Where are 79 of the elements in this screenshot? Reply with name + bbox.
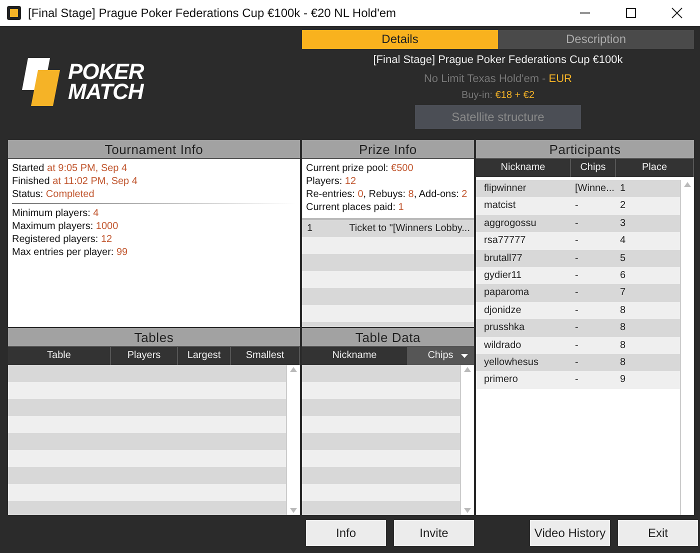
info-line: Status: Completed [12,188,96,201]
table-cell-text: 8 [619,356,627,370]
place-cell-text: 1 [306,222,314,236]
prize-cell-text: Ticket to "[Winners Lobby... [348,222,471,236]
scroll-up-icon[interactable] [684,182,691,187]
info-line: Current places paid: 1 [306,201,405,214]
action-button[interactable]: Exit [618,520,698,546]
info-line: Started at 9:05 PM, Sep 4 [12,162,128,175]
logo-text: POKER MATCH [68,62,144,102]
table-cell-text: gydier11 [483,268,523,283]
panel-title: Tables [8,328,300,347]
maximize-icon [625,7,637,19]
table-cell-text: - [574,199,580,214]
action-button[interactable]: Video History [530,520,610,546]
tournament-title: [Final Stage] Prague Poker Federations Cup €100k [373,53,623,68]
panel-title: Prize Info [302,140,474,159]
table-cell-text: [Winne... [574,182,616,196]
table-cell-text: 5 [619,252,627,266]
info-line: Finished at 11:02 PM, Sep 4 [12,175,138,188]
table-cell-text: - [574,338,580,353]
info-line: Maximum players: 1000 [12,220,120,233]
table-cell-text: 4 [619,234,627,248]
table-cell-text: rsa77777 [483,234,527,248]
table-cell-text: wildrado [483,338,522,353]
table-cell-text: 1 [619,182,627,196]
panel-title: Tournament Info [8,140,300,159]
tab[interactable]: Details [302,30,498,49]
panel-title: Table Data [302,328,474,347]
table-cell-text: - [574,216,580,231]
sort-caret-icon [461,354,468,358]
game-type: No Limit Texas Hold'em - EUR [424,72,572,86]
scrollbar[interactable] [460,365,474,515]
table-cell-text: 7 [619,286,627,300]
table-cell-text: 8 [619,338,627,353]
scroll-up-icon[interactable] [290,367,297,372]
table-cell-text: 8 [619,321,627,336]
scrollbar[interactable] [286,365,300,515]
info-line: Minimum players: 4 [12,207,100,220]
table-cell-text: paparoma [483,286,530,300]
scroll-down-icon[interactable] [464,508,471,513]
table-cell-text: prusshka [483,321,526,336]
close-icon [671,7,683,19]
table-cell-text: 8 [619,304,627,318]
table-cell-text: - [574,304,580,318]
table-cell-text: - [574,252,580,266]
table-cell-text: - [574,356,580,370]
table-cell-text: 9 [619,373,627,388]
table-cell-text: aggrogossu [483,216,538,231]
app-icon [6,5,22,21]
table-cell-text: primero [483,373,519,388]
buy-in: Buy-in: €18 + €2 [461,89,535,103]
cards-logo-icon [20,56,62,108]
table-cell-text: yellowhesus [483,356,540,370]
table-cell-text: - [574,373,580,388]
table-cell-text: - [574,268,580,283]
action-button[interactable]: Invite [394,520,474,546]
scroll-down-icon[interactable] [290,508,297,513]
table-cell-text: matcist [483,199,517,214]
tab[interactable]: Description [498,30,694,49]
info-line: Current prize pool: €500 [306,162,414,175]
table-cell-text: 3 [619,216,627,231]
table-cell-text: flipwinner [483,182,528,196]
info-line: Players: 12 [306,175,358,188]
table-cell-text: - [574,286,580,300]
info-line: Registered players: 12 [12,233,114,246]
panel-title: Participants [476,140,694,159]
table-cell-text: brutall77 [483,252,524,266]
table-cell-text: 2 [619,199,627,214]
info-line: Max entries per player: 99 [12,246,129,259]
scrollbar[interactable] [680,180,694,515]
table-cell-text: 6 [619,268,627,283]
table-cell-text: - [574,234,580,248]
table-cell-text: - [574,321,580,336]
window-title: [Final Stage] Prague Poker Federations Cup €100k - €20 NL Hold'em [28,5,398,22]
column-header[interactable]: Chips [408,347,474,365]
table-cell-text: djonidze [483,304,522,318]
scroll-up-icon[interactable] [464,367,471,372]
info-line: Re-entries: 0, Rebuys: 8, Add-ons: 2 [306,188,468,201]
action-button[interactable]: Info [306,520,386,546]
